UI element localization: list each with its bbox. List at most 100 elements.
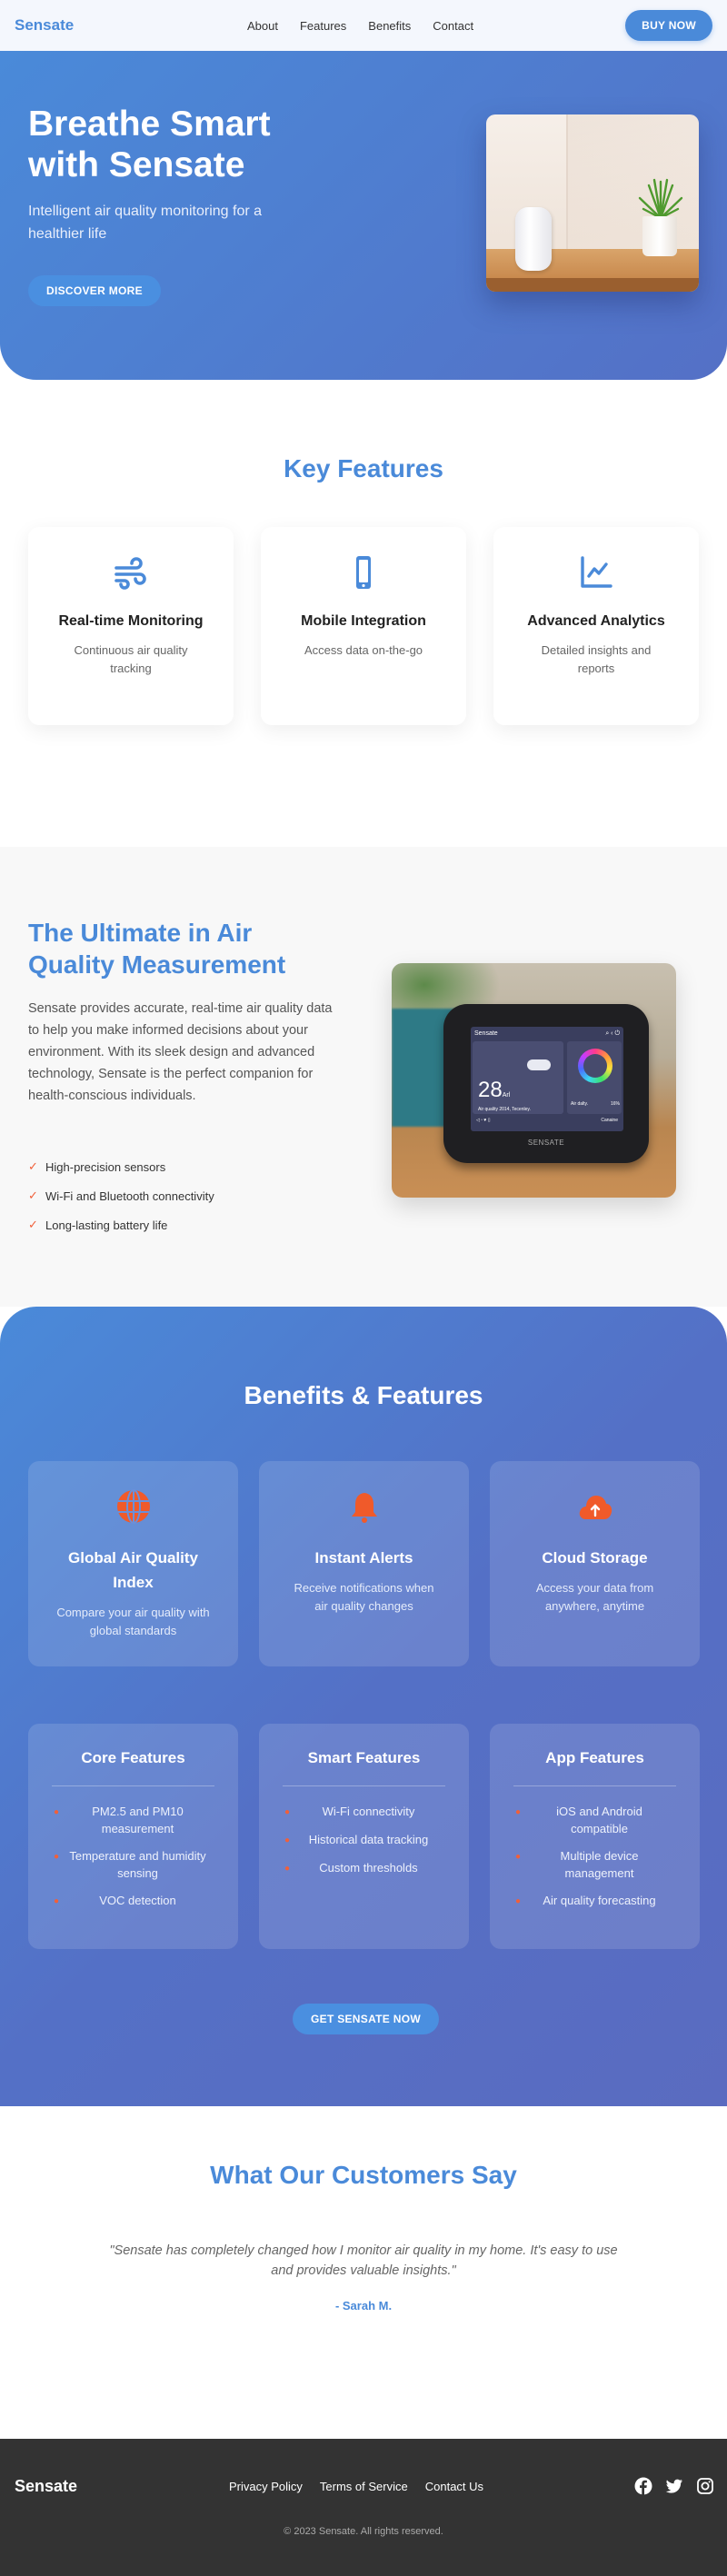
footer-link-contact[interactable]: Contact Us <box>425 2480 483 2493</box>
top-nav: Sensate About Features Benefits Contact … <box>0 0 727 51</box>
screen-nav-icons: ◁ ▫ ♥ ▯ <box>476 1118 491 1123</box>
screen-toolbar-icons: ⌕ ‹ ⏻ <box>605 1030 620 1037</box>
device-brand: SENSATE <box>527 1139 565 1147</box>
bullet-icon: ● <box>514 1852 522 1862</box>
nav-link-features[interactable]: Features <box>300 19 346 33</box>
screen-caption: Air quality 2014, Tecenley. <box>478 1107 531 1112</box>
footer-logo[interactable]: Sensate <box>15 2477 77 2496</box>
hero-title: Breathe Smart with Sensate <box>28 104 271 184</box>
wind-icon <box>115 557 146 590</box>
buy-now-button[interactable]: BUY NOW <box>625 10 712 41</box>
check-icon: ✓ <box>28 1159 38 1173</box>
footer-links: Privacy Policy Terms of Service Contact … <box>229 2480 483 2493</box>
feature-card-desc: Detailed insights and reports <box>541 643 652 675</box>
footer-link-privacy[interactable]: Privacy Policy <box>229 2480 303 2493</box>
divider <box>52 1785 214 1786</box>
list-card-title: Core Features <box>81 1749 185 1766</box>
nav-links: About Features Benefits Contact <box>247 19 473 33</box>
ring-value: 16% <box>610 1101 620 1107</box>
discover-more-button[interactable]: DISCOVER MORE <box>28 275 161 306</box>
feature-card-title: Real-time Monitoring <box>58 613 204 629</box>
list-item: ● VOC detection <box>52 1892 214 1910</box>
logo[interactable]: Sensate <box>15 16 74 35</box>
benefit-card-title: Cloud Storage <box>542 1549 648 1566</box>
checklist-item: ✓ Wi-Fi and Bluetooth connectivity <box>28 1189 214 1203</box>
hero-subtitle: Intelligent air quality monitoring for a… <box>28 204 263 242</box>
list-item: ● Wi-Fi connectivity <box>283 1803 445 1821</box>
key-features-title: Key Features <box>284 454 443 482</box>
testimonials-title: What Our Customers Say <box>210 2161 517 2189</box>
feature-card-desc: Access data on-the-go <box>304 643 423 657</box>
screen-reading: 28 <box>478 1078 503 1102</box>
feature-card-title: Mobile Integration <box>301 613 426 629</box>
air-monitor-device <box>515 207 552 271</box>
nav-link-contact[interactable]: Contact <box>433 19 473 33</box>
list-card-title: App Features <box>545 1749 644 1766</box>
copyright: © 2023 Sensate. All rights reserved. <box>284 2526 443 2537</box>
divider <box>283 1785 445 1786</box>
hero-section: Breathe Smart with Sensate Intelligent a… <box>0 51 727 380</box>
benefit-card-global-aqi: Global Air Quality Index Compare your ai… <box>28 1461 238 1666</box>
ultimate-description: Sensate provides accurate, real-time air… <box>28 1001 333 1103</box>
bullet-icon: ● <box>53 1807 60 1817</box>
benefit-card-title: Instant Alerts <box>314 1549 413 1566</box>
list-item: ● iOS and Android compatible <box>514 1805 642 1835</box>
benefit-card-cloud: Cloud Storage Access your data from anyw… <box>490 1461 700 1666</box>
cloud-icon <box>527 1059 551 1070</box>
nav-link-benefits[interactable]: Benefits <box>368 19 411 33</box>
benefit-card-desc: Compare your air quality with global sta… <box>56 1606 210 1637</box>
list-card-title: Smart Features <box>307 1749 421 1766</box>
list-card-core: Core Features ● PM2.5 and PM10 measuremen… <box>28 1724 238 1949</box>
bullet-icon: ● <box>514 1896 522 1906</box>
checklist-item: ✓ High-precision sensors <box>28 1159 166 1174</box>
bullet-icon: ● <box>53 1896 60 1906</box>
benefits-section: Benefits & Features Global Air Quality I… <box>0 1307 727 2106</box>
get-sensate-now-button[interactable]: GET SENSATE NOW <box>293 2004 439 2034</box>
benefit-card-desc: Access your data from anywhere, anytime <box>535 1581 654 1613</box>
screen-ring-panel: Air dalty. 16% <box>567 1041 622 1114</box>
checklist-item: ✓ Long-lasting battery life <box>28 1218 168 1232</box>
list-item: ● Historical data tracking <box>283 1831 445 1849</box>
screen-reading-panel: 28Arl Air quality 2014, Tecenley. <box>473 1041 563 1114</box>
testimonials-section: What Our Customers Say "Sensate has comp… <box>0 2106 727 2439</box>
desk-edge <box>486 278 699 292</box>
check-icon: ✓ <box>28 1189 38 1202</box>
globe-icon <box>116 1489 150 1524</box>
screen-reading-unit: Arl <box>502 1092 511 1099</box>
divider <box>513 1785 676 1786</box>
screen-footer-label: Canaine <box>601 1118 618 1123</box>
device-photo: Sensate ⌕ ‹ ⏻ 28Arl Air quality 2014, Te… <box>392 963 676 1198</box>
benefit-card-alerts: Instant Alerts Receive notifications whe… <box>259 1461 469 1666</box>
ring-label: Air dalty. <box>571 1101 589 1107</box>
plant-icon <box>638 178 683 220</box>
testimonial-author: - Sarah M. <box>334 2299 393 2312</box>
feature-checklist: ✓ High-precision sensors ✓ Wi-Fi and Bluet… <box>28 1152 214 1239</box>
benefit-card-title: Global Air Quality Index <box>68 1549 198 1591</box>
social-links <box>634 2477 714 2495</box>
ultimate-section: The Ultimate in Air Quality Measurement … <box>0 847 727 1307</box>
chart-line-icon <box>581 556 612 588</box>
instagram-icon[interactable] <box>696 2477 714 2495</box>
bullet-icon: ● <box>284 1864 291 1874</box>
bullet-icon: ● <box>284 1835 291 1845</box>
bell-icon <box>351 1490 377 1523</box>
key-features-section: Key Features Real-time Monitoring Contin… <box>0 380 727 847</box>
feature-card-title: Advanced Analytics <box>527 613 665 629</box>
device-screen: Sensate ⌕ ‹ ⏻ 28Arl Air quality 2014, Te… <box>471 1027 623 1131</box>
color-ring-gauge <box>578 1049 612 1083</box>
plant-pot <box>642 216 677 256</box>
nav-link-about[interactable]: About <box>247 19 278 33</box>
feature-card-analytics: Advanced Analytics Detailed insights and… <box>493 527 699 725</box>
feature-card-mobile: Mobile Integration Access data on-the-go <box>261 527 466 725</box>
list-item: ● Temperature and humidity sensing <box>53 1849 206 1880</box>
cloud-upload-icon <box>579 1496 612 1519</box>
benefits-title: Benefits & Features <box>244 1381 483 1409</box>
ultimate-title: The Ultimate in Air Quality Measurement <box>28 919 286 979</box>
bullet-icon: ● <box>284 1807 291 1817</box>
bullet-icon: ● <box>514 1807 522 1817</box>
footer-link-terms[interactable]: Terms of Service <box>320 2480 408 2493</box>
list-card-app: App Features ● iOS and Android compatible… <box>490 1724 700 1949</box>
twitter-icon[interactable] <box>665 2477 683 2495</box>
facebook-icon[interactable] <box>634 2477 652 2495</box>
list-item: ● Multiple device management <box>514 1849 639 1880</box>
